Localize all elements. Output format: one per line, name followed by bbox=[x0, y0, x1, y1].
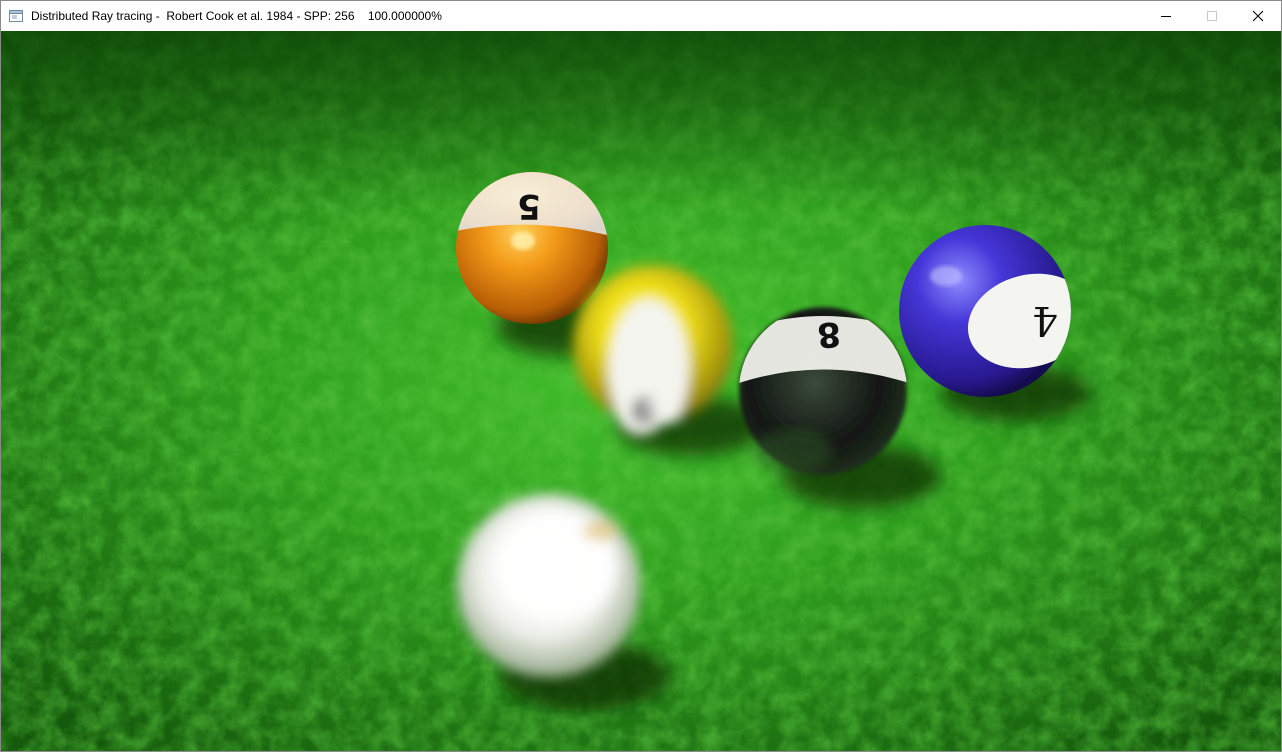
maximize-icon bbox=[1207, 11, 1217, 21]
app-window: Distributed Ray tracing - Robert Cook et… bbox=[0, 0, 1282, 752]
cue-ball bbox=[457, 494, 641, 678]
window-title: Distributed Ray tracing - Robert Cook et… bbox=[31, 9, 442, 23]
ball-5-number: 5 bbox=[517, 186, 541, 226]
minimize-button[interactable] bbox=[1143, 1, 1189, 31]
ball-8-number: 8 bbox=[815, 313, 842, 355]
close-icon bbox=[1252, 10, 1264, 22]
close-button[interactable] bbox=[1235, 1, 1281, 31]
minimize-icon bbox=[1161, 16, 1171, 17]
window-app-icon bbox=[9, 10, 23, 22]
render-viewport: 5 9 8 4 bbox=[1, 31, 1281, 751]
rendered-scene: 5 9 8 4 bbox=[1, 31, 1281, 751]
caption-buttons bbox=[1143, 1, 1281, 31]
title-bar[interactable]: Distributed Ray tracing - Robert Cook et… bbox=[1, 1, 1281, 31]
maximize-button[interactable] bbox=[1189, 1, 1235, 31]
ball-9-number: 9 bbox=[630, 389, 655, 430]
ball-4-number: 4 bbox=[1032, 297, 1057, 343]
